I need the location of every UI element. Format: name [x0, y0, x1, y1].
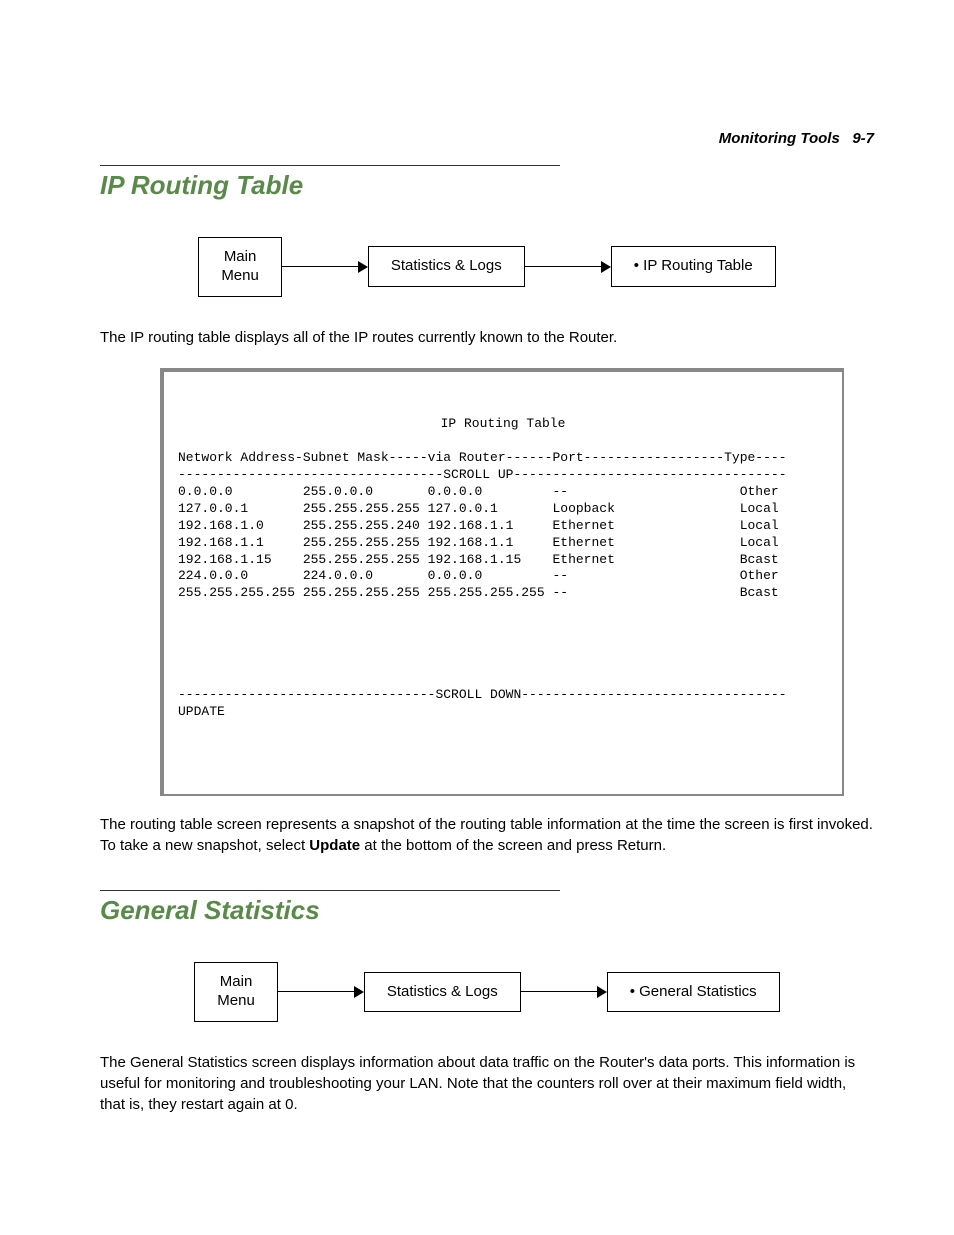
- terminal-screen: IP Routing Table Network Address-Subnet …: [160, 368, 844, 797]
- breadcrumb-nav-2: Main Menu Statistics & Logs • General St…: [100, 962, 874, 1022]
- terminal-header-row: Network Address-Subnet Mask-----via Rout…: [178, 450, 828, 467]
- terminal-rows: 0.0.0.0 255.0.0.0 0.0.0.0 -- Other 127.0…: [178, 484, 828, 602]
- terminal-scroll-up: ----------------------------------SCROLL…: [178, 467, 828, 484]
- nav-stats-logs: Statistics & Logs: [364, 972, 521, 1013]
- chapter-name: Monitoring Tools: [719, 130, 840, 147]
- arrow-right-icon: [521, 986, 607, 998]
- terminal-title: IP Routing Table: [178, 416, 828, 433]
- intro-text-2: The General Statistics screen displays i…: [100, 1052, 874, 1115]
- nav-general-statistics: • General Statistics: [607, 972, 780, 1013]
- page-number: 9-7: [852, 130, 874, 147]
- nav-label: Main: [220, 973, 253, 990]
- nav-label: Menu: [221, 267, 259, 284]
- nav-ip-routing-table: • IP Routing Table: [611, 246, 776, 287]
- outro-post: at the bottom of the screen and press Re…: [360, 837, 666, 854]
- breadcrumb-nav-1: Main Menu Statistics & Logs • IP Routing…: [100, 237, 874, 297]
- nav-main-menu: Main Menu: [194, 962, 278, 1022]
- page-header: Monitoring Tools 9-7: [100, 130, 874, 147]
- terminal-scroll-down: ---------------------------------SCROLL …: [178, 687, 828, 704]
- section-title-general-stats: General Statistics: [100, 890, 560, 926]
- nav-label: Main: [224, 248, 257, 265]
- intro-text-1: The IP routing table displays all of the…: [100, 327, 874, 348]
- nav-label: Menu: [217, 992, 255, 1009]
- arrow-right-icon: [278, 986, 364, 998]
- arrow-right-icon: [282, 261, 368, 273]
- outro-bold: Update: [309, 837, 360, 854]
- terminal-update: UPDATE: [178, 704, 828, 721]
- nav-main-menu: Main Menu: [198, 237, 282, 297]
- outro-text-1: The routing table screen represents a sn…: [100, 814, 874, 856]
- section-title-ip-routing: IP Routing Table: [100, 165, 560, 201]
- arrow-right-icon: [525, 261, 611, 273]
- nav-stats-logs: Statistics & Logs: [368, 246, 525, 287]
